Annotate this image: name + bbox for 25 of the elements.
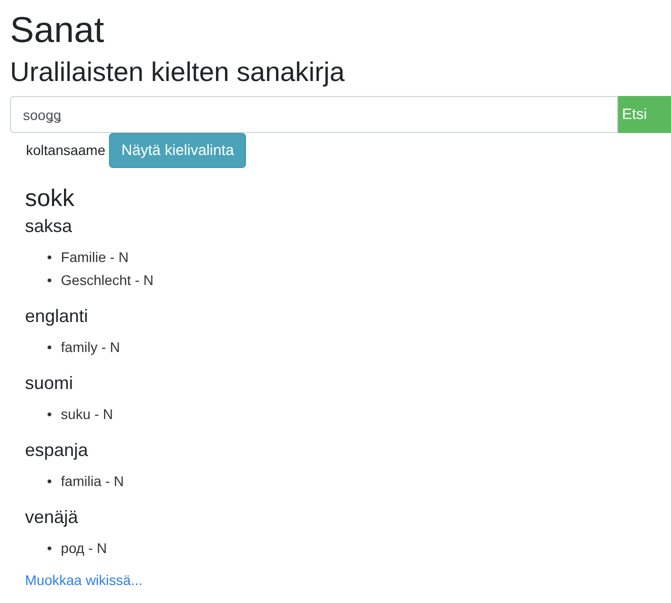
translation-item: Familie - N [60, 248, 129, 267]
bullet: • [47, 338, 52, 357]
search-field[interactable]: sooǥǥ [10, 96, 618, 133]
translation-item: familia - N [60, 472, 124, 491]
translation-item: suku - N [60, 405, 114, 424]
bullet: • [47, 248, 52, 267]
language-label: koltansaame [26, 142, 106, 158]
language-heading: saksa [25, 215, 74, 238]
language-heading: englanti [25, 305, 90, 328]
translation-item: family - N [60, 338, 120, 357]
bullet: • [47, 539, 52, 558]
page-subtitle: Uralilaisten kielten sanakirja [10, 56, 346, 89]
translation-item: Geschlecht - N [60, 271, 154, 290]
edit-link[interactable]: Muokkaa wikissä... [25, 572, 142, 588]
language-heading: venäjä [25, 506, 80, 529]
bullet: • [47, 271, 52, 290]
language-select-button[interactable]: Näytä kielivalinta [109, 133, 246, 168]
entry-word: sokk [25, 184, 76, 214]
language-heading: espanja [25, 439, 90, 462]
language-heading: suomi [25, 372, 74, 395]
search-button[interactable]: Etsi [618, 96, 671, 133]
bullet: • [47, 472, 52, 491]
bullet: • [47, 405, 52, 424]
page-title: Sanat [10, 8, 106, 52]
translation-item: род - N [60, 539, 107, 558]
